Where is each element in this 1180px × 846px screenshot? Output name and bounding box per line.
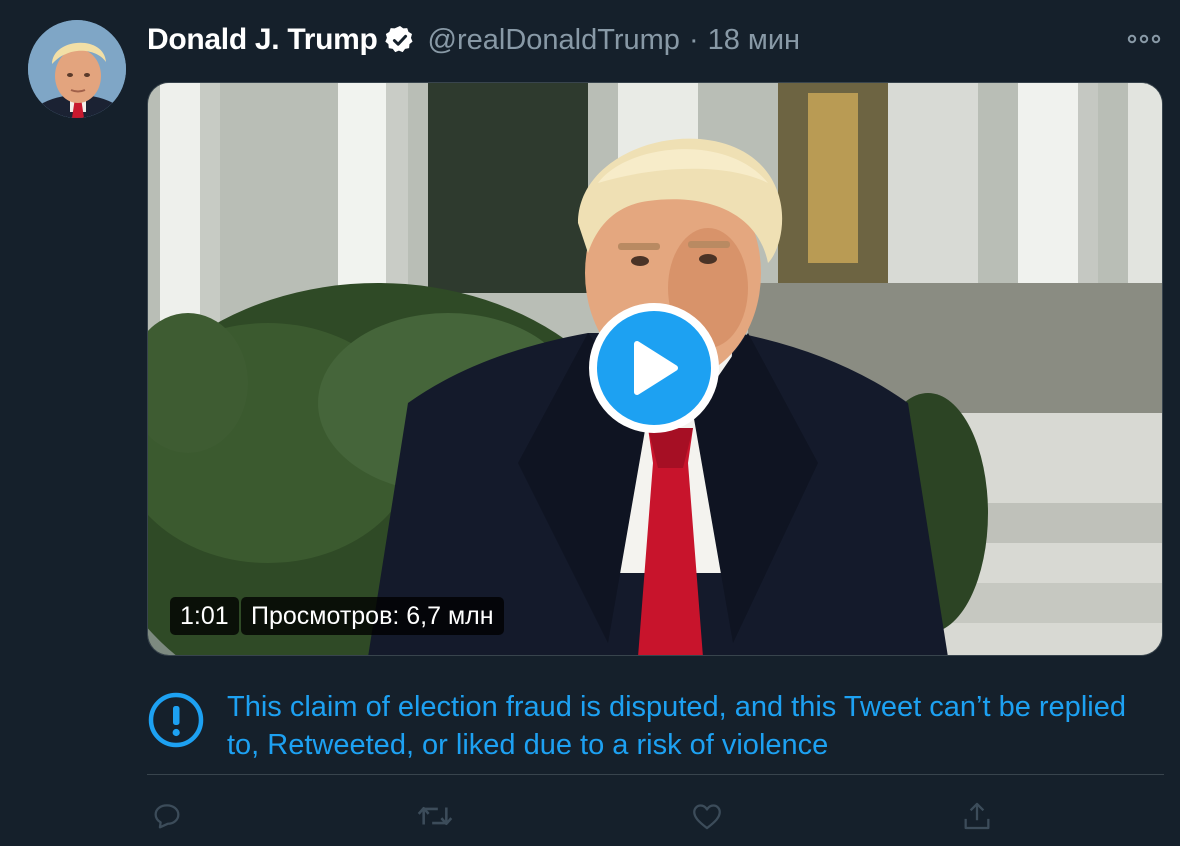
- retweet-icon: [417, 806, 453, 826]
- video-duration: 1:01: [170, 597, 239, 635]
- tweet: Donald J. Trump @realDonaldTrump · 18 ми…: [0, 0, 1180, 846]
- exclamation-circle-icon: [148, 692, 204, 748]
- share-button[interactable]: [957, 796, 997, 836]
- tweet-actions: [147, 796, 1164, 836]
- play-button[interactable]: [589, 303, 719, 433]
- reply-button[interactable]: [147, 796, 187, 836]
- reply-icon: [154, 804, 180, 829]
- video-views: Просмотров: 6,7 млн: [241, 597, 504, 635]
- more-options-icon[interactable]: [1126, 30, 1162, 48]
- verified-badge-icon: [384, 26, 413, 53]
- avatar[interactable]: [28, 20, 126, 118]
- meta-separator: ·: [688, 23, 699, 56]
- author-handle[interactable]: @realDonaldTrump: [428, 24, 680, 57]
- share-icon: [964, 802, 990, 830]
- timestamp[interactable]: 18 мин: [708, 24, 800, 57]
- tweet-header: Donald J. Trump @realDonaldTrump · 18 ми…: [147, 20, 800, 60]
- author-name[interactable]: Donald J. Trump: [147, 23, 378, 57]
- like-icon: [693, 804, 721, 830]
- notice-text[interactable]: This claim of election fraud is disputed…: [227, 688, 1137, 764]
- like-button[interactable]: [687, 796, 727, 836]
- divider: [147, 774, 1164, 775]
- video-player[interactable]: 1:01 Просмотров: 6,7 млн: [147, 82, 1163, 656]
- retweet-button[interactable]: [415, 796, 455, 836]
- play-icon: [634, 341, 678, 395]
